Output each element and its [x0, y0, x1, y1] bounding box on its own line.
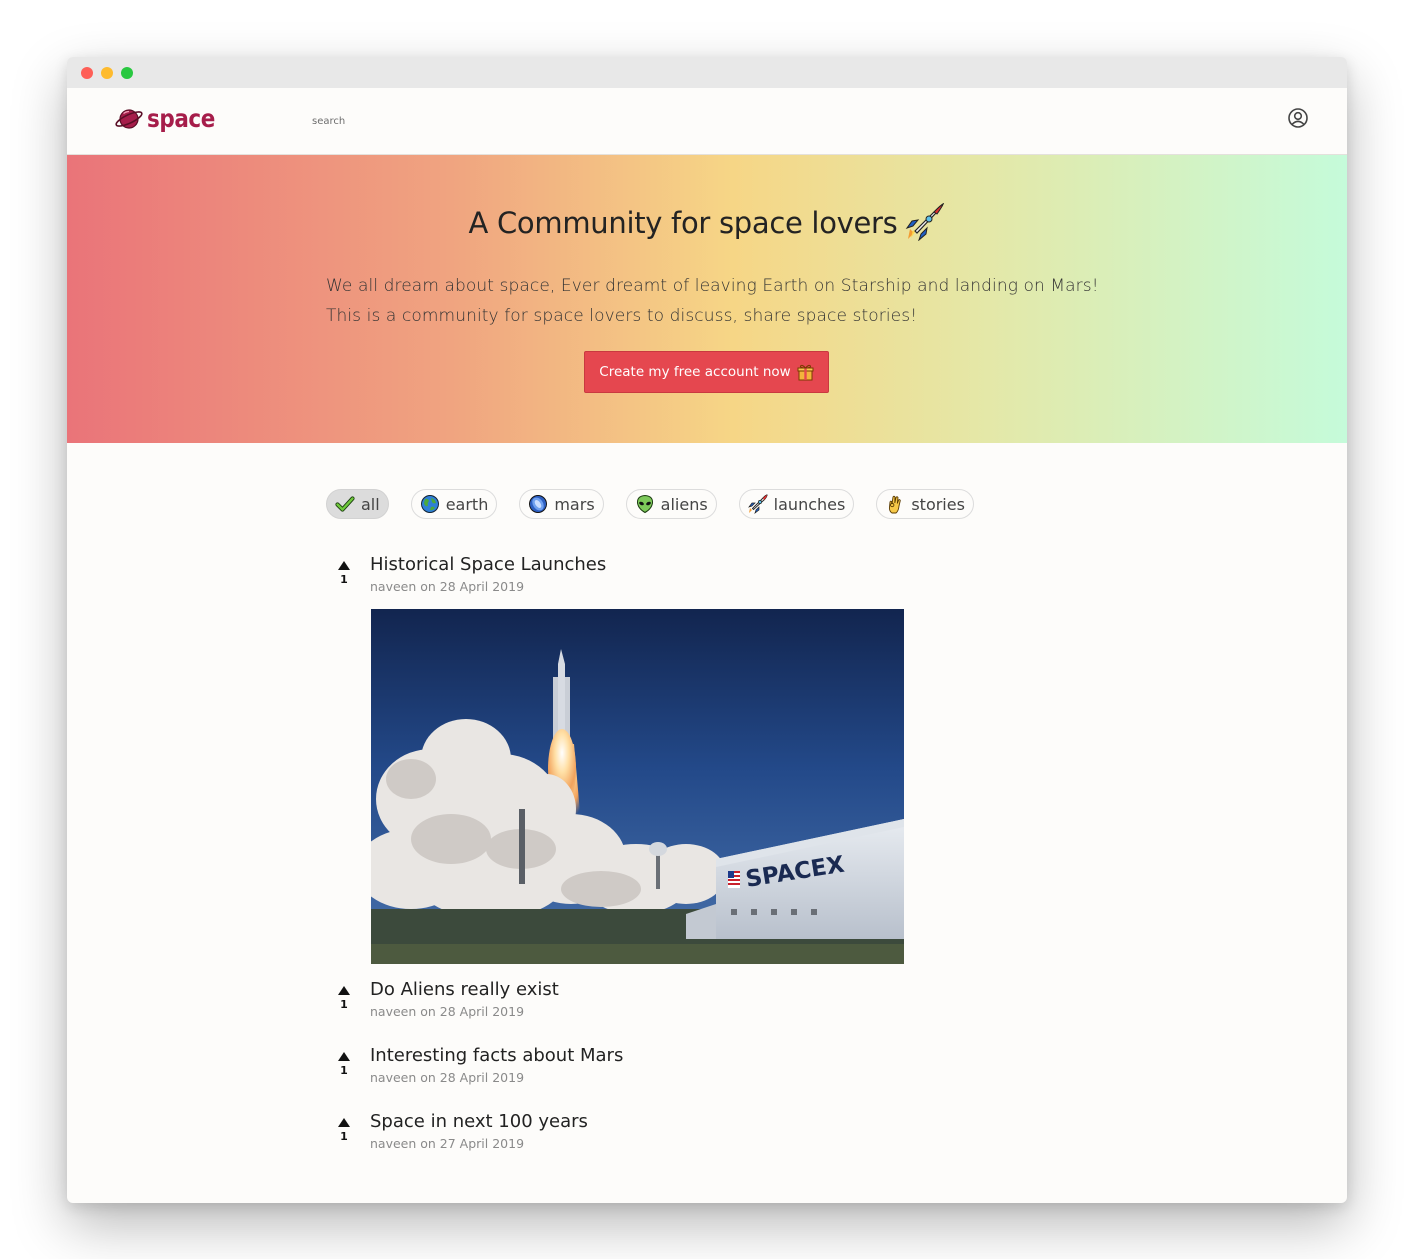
- post-item: 1 Historical Space Launches naveen on 28…: [326, 553, 1026, 978]
- vote-count: 1: [340, 998, 348, 1011]
- vote-widget: 1: [336, 561, 352, 586]
- earth-globe-icon: [420, 495, 439, 513]
- create-account-button[interactable]: Create my free account now: [584, 351, 829, 393]
- vote-count: 1: [340, 573, 348, 586]
- post-meta: naveen on 28 April 2019: [370, 1070, 525, 1085]
- post-title[interactable]: Historical Space Launches: [370, 554, 606, 575]
- search-input[interactable]: [312, 110, 552, 132]
- hero-description-line-1: We all dream about space, Ever dreamt of…: [326, 276, 1099, 296]
- category-label: mars: [554, 494, 595, 514]
- post-list: 1 Historical Space Launches naveen on 28…: [326, 553, 1026, 1176]
- hero-banner: A Community for space lovers We all drea…: [67, 155, 1347, 443]
- logo[interactable]: space: [114, 104, 226, 133]
- category-chip-aliens[interactable]: aliens: [625, 489, 717, 519]
- category-label: all: [361, 494, 380, 514]
- maximize-window-button[interactable]: [121, 66, 133, 79]
- vote-count: 1: [340, 1130, 348, 1143]
- post-item: 1 Do Aliens really exist naveen on 28 Ap…: [326, 978, 1026, 1044]
- create-account-label: Create my free account now: [599, 364, 791, 380]
- post-meta: naveen on 27 April 2019: [370, 1136, 525, 1151]
- category-chip-earth[interactable]: earth: [410, 489, 498, 519]
- post-item: 1 Interesting facts about Mars naveen on…: [326, 1044, 1026, 1110]
- close-window-button[interactable]: [81, 66, 93, 79]
- window-titlebar: [67, 57, 1347, 88]
- category-label: launches: [773, 494, 846, 514]
- planet-icon: [529, 495, 548, 513]
- category-chip-all[interactable]: all: [326, 489, 389, 519]
- category-label: earth: [445, 494, 489, 514]
- upvote-arrow-icon[interactable]: [338, 1052, 350, 1061]
- check-icon: [335, 496, 355, 512]
- rocket-launch-image[interactable]: SPACEX: [371, 609, 904, 964]
- user-account-button[interactable]: [1287, 107, 1309, 129]
- rocket-icon: [905, 202, 945, 248]
- post-title[interactable]: Space in next 100 years: [370, 1111, 588, 1132]
- hero-description-line-2: This is a community for space lovers to …: [326, 306, 918, 326]
- hero-description: We all dream about space, Ever dreamt of…: [326, 271, 1126, 331]
- category-chip-mars[interactable]: mars: [519, 489, 604, 519]
- category-label: aliens: [660, 494, 708, 514]
- hero-title-text: A Community for space lovers: [468, 206, 898, 240]
- category-chip-launches[interactable]: launches: [738, 489, 855, 519]
- upvote-arrow-icon[interactable]: [338, 561, 350, 570]
- vote-widget: 1: [336, 1118, 352, 1143]
- vote-widget: 1: [336, 1052, 352, 1077]
- ok-hand-icon: [889, 495, 902, 514]
- user-circle-icon: [1288, 108, 1308, 128]
- category-filter: all earth mars aliens launches stories: [326, 489, 996, 519]
- alien-icon: [636, 494, 653, 514]
- post-title[interactable]: Do Aliens really exist: [370, 979, 559, 1000]
- gift-icon: [797, 364, 814, 380]
- browser-window: space A Community for space lovers: [67, 57, 1347, 1203]
- hero-title: A Community for space lovers: [67, 202, 1347, 248]
- post-title[interactable]: Interesting facts about Mars: [370, 1045, 623, 1066]
- post-meta: naveen on 28 April 2019: [370, 579, 525, 594]
- vote-widget: 1: [336, 986, 352, 1011]
- planet-logo-icon: [115, 108, 143, 129]
- category-chip-stories[interactable]: stories: [876, 489, 974, 519]
- top-navbar: space: [67, 88, 1347, 155]
- vote-count: 1: [340, 1064, 348, 1077]
- post-meta: naveen on 28 April 2019: [370, 1004, 525, 1019]
- post-item: 1 Space in next 100 years naveen on 27 A…: [326, 1110, 1026, 1176]
- upvote-arrow-icon[interactable]: [338, 1118, 350, 1127]
- category-label: stories: [911, 494, 965, 514]
- logo-text: space: [147, 104, 215, 133]
- minimize-window-button[interactable]: [101, 66, 113, 79]
- rocket-icon: [747, 494, 768, 514]
- upvote-arrow-icon[interactable]: [338, 986, 350, 995]
